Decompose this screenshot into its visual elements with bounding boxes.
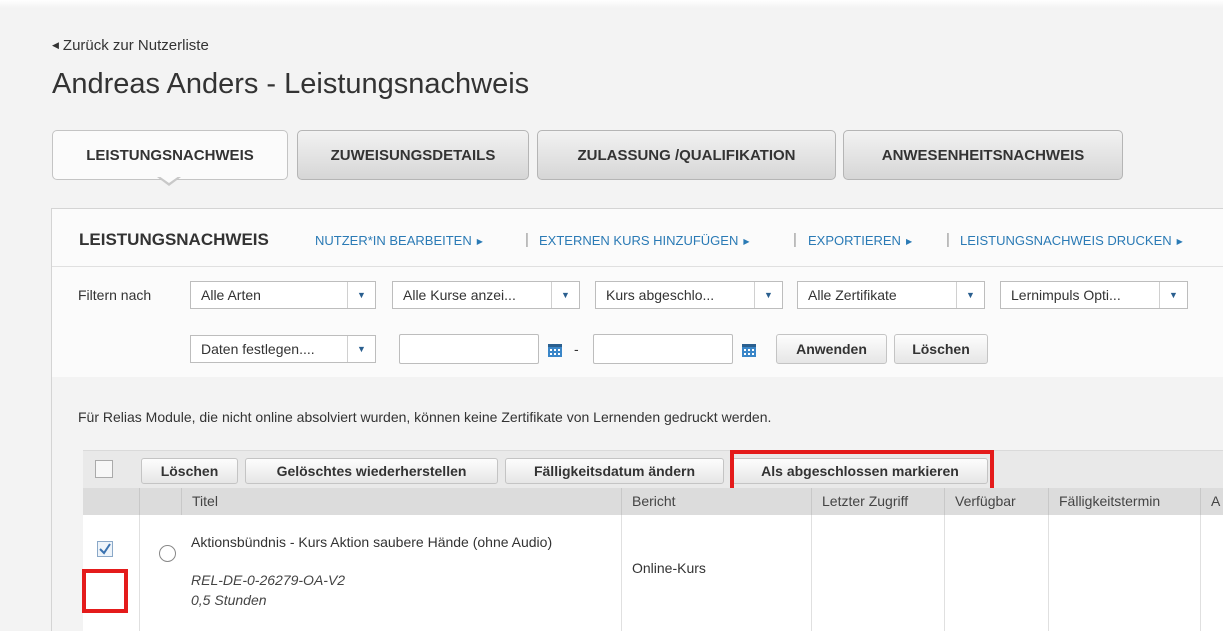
transcript-panel: LEISTUNGSNACHWEIS NUTZER*IN BEARBEITEN ▶ … — [51, 208, 1223, 631]
apply-filter-button[interactable]: Anwenden — [776, 334, 887, 364]
type-filter-value: Alle Arten — [201, 287, 261, 303]
header-available[interactable]: Verfügbar — [944, 488, 1048, 515]
course-title[interactable]: Aktionsbündnis - Kurs Aktion saubere Hän… — [191, 532, 611, 552]
export-link[interactable]: EXPORTIEREN ▶ — [808, 233, 912, 248]
mark-complete-button[interactable]: Als abgeschlossen markieren — [732, 458, 988, 484]
row-divider — [944, 515, 945, 631]
learning-impulse-filter-value: Lernimpuls Opti... — [1011, 287, 1121, 303]
type-filter-select[interactable]: Alle Arten ▼ — [190, 281, 376, 309]
page-title: Andreas Anders - Leistungsnachweis — [52, 68, 530, 100]
course-report-type: Online-Kurs — [632, 560, 706, 576]
calendar-icon[interactable] — [547, 342, 563, 358]
print-transcript-link[interactable]: LEISTUNGSNACHWEIS DRUCKEN ▶ — [960, 233, 1183, 248]
date-from-input[interactable] — [399, 334, 539, 364]
filter-label: Filtern nach — [78, 287, 152, 303]
courses-filter-select[interactable]: Alle Kurse anzei... ▼ — [392, 281, 580, 309]
tab-anwesenheitsnachweis[interactable]: ANWESENHEITSNACHWEIS — [843, 130, 1123, 180]
add-external-course-label: EXTERNEN KURS HINZUFÜGEN — [539, 233, 739, 248]
caret-down-icon: ▼ — [347, 336, 375, 362]
triangle-right-icon: ▶ — [905, 237, 913, 246]
header-title[interactable]: Titel — [181, 488, 621, 515]
caret-down-icon: ▼ — [956, 282, 984, 308]
print-transcript-label: LEISTUNGSNACHWEIS DRUCKEN — [960, 233, 1172, 248]
row-checkbox-highlight — [82, 569, 128, 613]
clear-filter-button[interactable]: Löschen — [894, 334, 988, 364]
certificate-notice: Für Relias Module, die nicht online abso… — [78, 409, 772, 425]
caret-down-icon: ▼ — [754, 282, 782, 308]
restore-deleted-button[interactable]: Gelöschtes wiederherstellen — [245, 458, 498, 484]
back-link-label: Zurück zur Nutzerliste — [62, 37, 209, 54]
header-radio-column — [139, 488, 181, 515]
header-check-column — [83, 488, 139, 515]
row-radio[interactable] — [159, 545, 176, 562]
status-filter-select[interactable]: Kurs abgeschlo... ▼ — [595, 281, 783, 309]
row-checkbox[interactable] — [97, 541, 113, 557]
caret-down-icon: ▼ — [347, 282, 375, 308]
triangle-right-icon: ▶ — [1176, 237, 1183, 246]
date-range-dash: - — [574, 341, 579, 357]
header-due-date[interactable]: Fälligkeitstermin — [1048, 488, 1200, 515]
active-tab-pointer-inner — [159, 176, 179, 183]
learning-impulse-filter-select[interactable]: Lernimpuls Opti... ▼ — [1000, 281, 1188, 309]
tab-zuweisungsdetails[interactable]: ZUWEISUNGSDETAILS — [297, 130, 529, 180]
back-arrow-icon: ◀ — [52, 40, 59, 50]
row-divider — [1048, 515, 1049, 631]
export-label: EXPORTIEREN — [808, 233, 901, 248]
row-divider — [139, 515, 140, 631]
row-divider — [1200, 515, 1201, 631]
edit-user-link[interactable]: NUTZER*IN BEARBEITEN ▶ — [315, 233, 483, 248]
header-last-access[interactable]: Letzter Zugriff — [811, 488, 944, 515]
date-range-value: Daten festlegen.... — [201, 341, 315, 357]
caret-down-icon: ▼ — [551, 282, 579, 308]
add-external-course-link[interactable]: EXTERNEN KURS HINZUFÜGEN ▶ — [539, 233, 750, 248]
status-filter-value: Kurs abgeschlo... — [606, 287, 715, 303]
panel-header: LEISTUNGSNACHWEIS NUTZER*IN BEARBEITEN ▶ … — [52, 209, 1223, 267]
content-area: Für Relias Module, die nicht online abso… — [52, 377, 1223, 631]
edit-user-label: NUTZER*IN BEARBEITEN — [315, 233, 472, 248]
calendar-icon[interactable] — [741, 342, 757, 358]
select-all-checkbox[interactable] — [95, 460, 113, 478]
caret-down-icon: ▼ — [1159, 282, 1187, 308]
row-divider — [811, 515, 812, 631]
courses-filter-value: Alle Kurse anzei... — [403, 287, 516, 303]
panel-title: LEISTUNGSNACHWEIS — [79, 230, 269, 249]
tab-leistungsnachweis[interactable]: LEISTUNGSNACHWEIS — [52, 130, 288, 180]
back-to-user-list-link[interactable]: ◀ Zurück zur Nutzerliste — [52, 37, 209, 54]
change-due-date-button[interactable]: Fälligkeitsdatum ändern — [505, 458, 724, 484]
triangle-right-icon: ▶ — [743, 237, 750, 246]
link-separator: | — [946, 231, 950, 248]
date-range-select[interactable]: Daten festlegen.... ▼ — [190, 335, 376, 363]
checkmark-icon — [99, 543, 111, 555]
grid-header: Titel Bericht Letzter Zugriff Verfügbar … — [83, 488, 1223, 515]
date-to-input[interactable] — [593, 334, 733, 364]
grid-toolbar: Löschen Gelöschtes wiederherstellen Fäll… — [83, 450, 1223, 488]
row-divider — [621, 515, 622, 631]
link-separator: | — [525, 231, 529, 248]
transcript-grid: Titel Bericht Letzter Zugriff Verfügbar … — [82, 488, 1223, 631]
header-report[interactable]: Bericht — [621, 488, 811, 515]
header-a[interactable]: A — [1200, 488, 1223, 515]
certificate-filter-select[interactable]: Alle Zertifikate ▼ — [797, 281, 985, 309]
course-hours: 0,5 Stunden — [191, 592, 267, 608]
certificate-filter-value: Alle Zertifikate — [808, 287, 897, 303]
tab-zulassung-qualifikation[interactable]: ZULASSUNG /QUALIFIKATION — [537, 130, 836, 180]
top-edge — [0, 0, 1223, 8]
delete-button[interactable]: Löschen — [141, 458, 238, 484]
link-separator: | — [793, 231, 797, 248]
filter-area: Filtern nach Alle Arten ▼ Alle Kurse anz… — [52, 267, 1223, 377]
triangle-right-icon: ▶ — [476, 237, 483, 246]
course-code: REL-DE-0-26279-OA-V2 — [191, 572, 346, 588]
